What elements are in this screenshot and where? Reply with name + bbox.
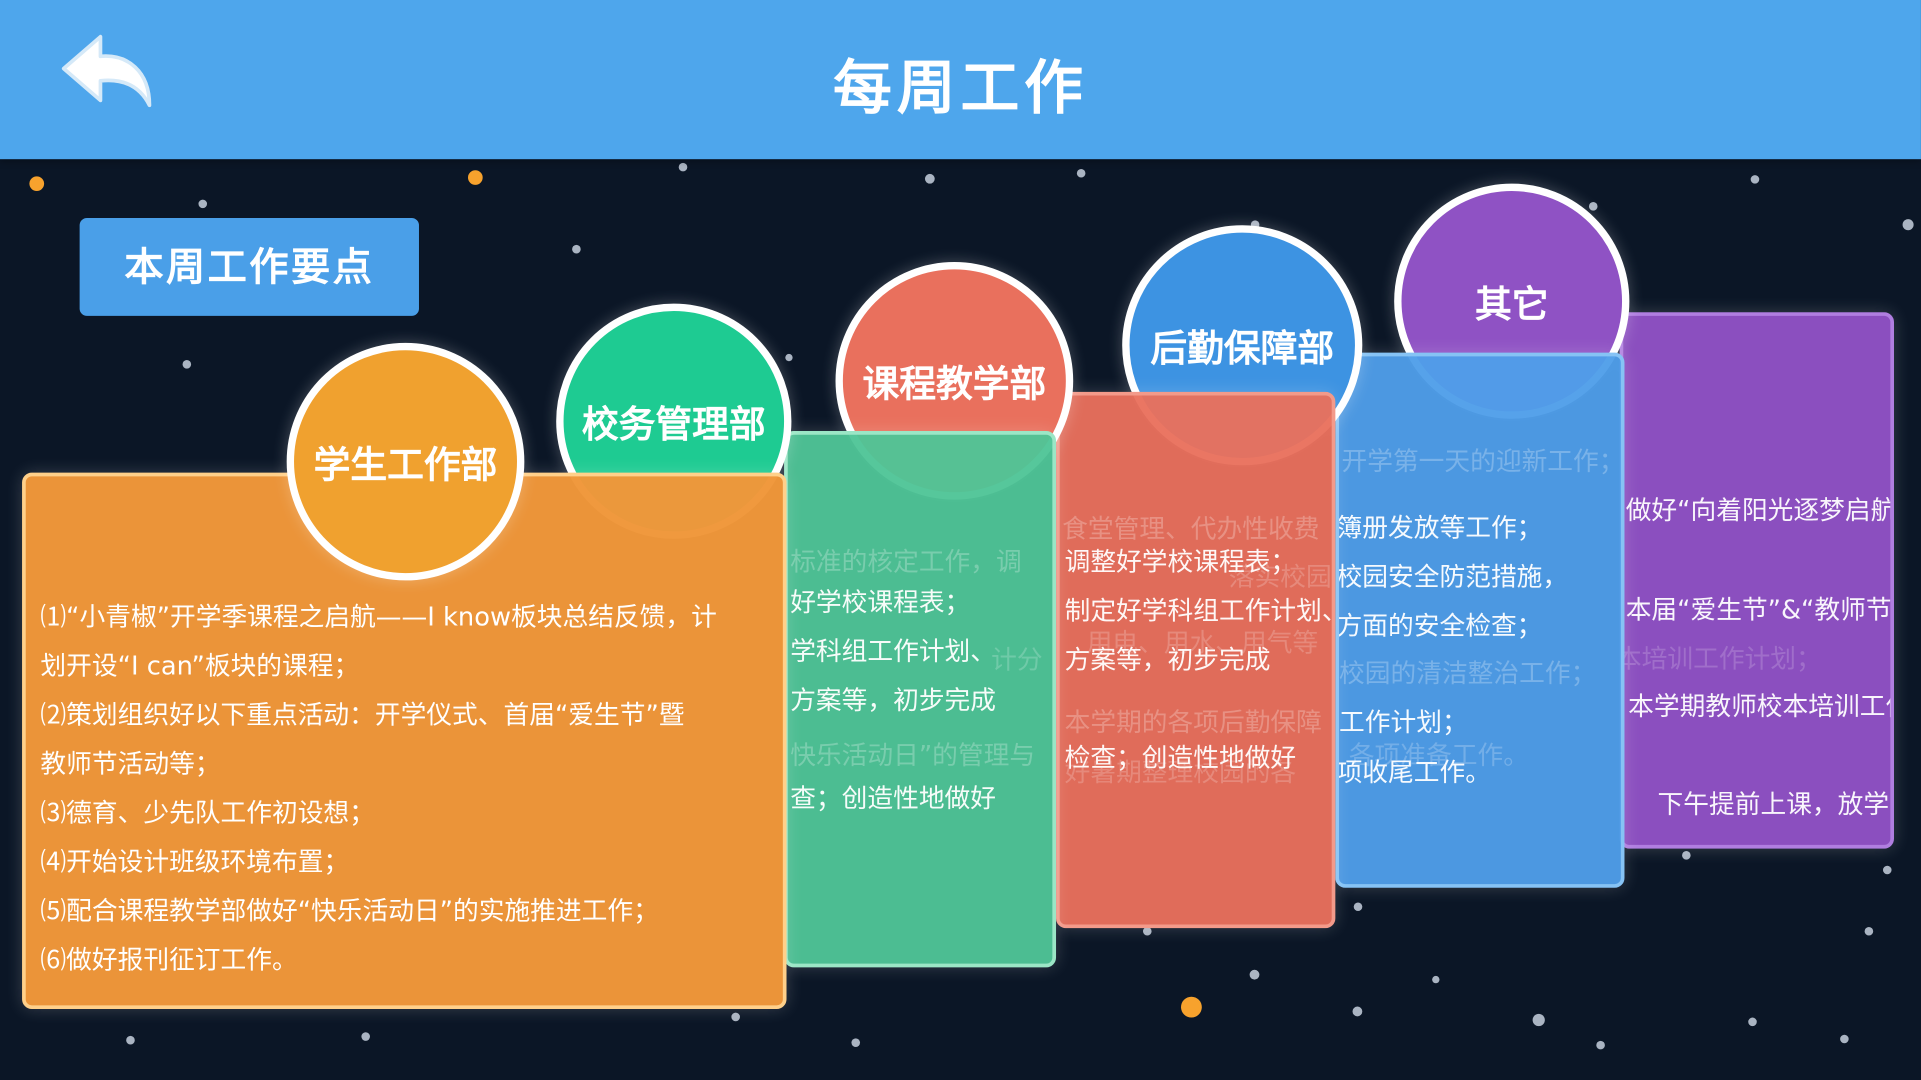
star-dot (29, 176, 45, 192)
card-curriculum-line: 好暑期整理校园的各 (1064, 757, 1297, 788)
card-student-line: ⑵策划组织好以下重点活动：开学仪式、首届“爱生节”暨 (40, 700, 685, 730)
card-affairs-line: 计分 (991, 645, 1043, 675)
star-dot (125, 1035, 135, 1044)
star-dot (1353, 901, 1362, 911)
dept-title-student: 学生工作部 (313, 444, 498, 488)
star-dot (1249, 969, 1260, 980)
card-other-line: 下午提前上课，放学时间：3:15。 (1657, 789, 1891, 820)
star-dot (1588, 201, 1597, 211)
card-curriculum[interactable]: 食堂管理、代办性收费调整好学校课程表；落实校园安全制定好学科组工作计划、用电、用… (1056, 391, 1336, 929)
card-other[interactable]: 做好“向着阳光逐梦启航”青教院附小本届“爱生节”&“教师节”的活动策划与新学期教… (1619, 312, 1895, 849)
card-logistics-line: 工作计划； (1339, 707, 1468, 738)
star-dot (1532, 1013, 1545, 1027)
star-dot (360, 1031, 370, 1041)
card-curriculum-line: 落实校园安全 (1228, 562, 1332, 592)
star-dot (1747, 1016, 1757, 1026)
dept-title-logistics: 后勤保障部 (1150, 328, 1335, 372)
card-student-line: ⑴“小青椒”开学季课程之启航——I know板块总结反馈，计 (40, 602, 717, 632)
dept-circle-student[interactable]: 学生工作部 (286, 342, 525, 581)
page-title: 每周工作 (833, 53, 1088, 123)
card-other-line: 新学期教师校本培训工作计划； (1623, 644, 1822, 674)
star-dot (678, 162, 687, 171)
card-logistics-line: 方面的安全检查； (1336, 611, 1543, 641)
star-dot (924, 173, 935, 184)
star-dot (785, 353, 793, 362)
star-dot (1901, 218, 1913, 230)
weekly-highlights-tab[interactable]: 本周工作要点 (79, 217, 419, 316)
card-curriculum-line: 本学期的各项后勤保障 (1064, 707, 1322, 738)
star-dot (181, 359, 191, 368)
card-student-line: 教师节活动等； (40, 749, 221, 779)
card-student-line: ⑹做好报刊征订工作。 (40, 945, 298, 975)
card-curriculum-line: 食堂管理、代办性收费 (1062, 514, 1320, 544)
dept-title-affairs: 校务管理部 (581, 404, 766, 447)
dept-title-curriculum: 课程教学部 (862, 363, 1047, 407)
star-dot (1432, 975, 1440, 984)
star-dot (1882, 865, 1891, 874)
star-dot (1750, 174, 1759, 184)
star-dot (1863, 926, 1873, 935)
card-student-line: ⑷开始设计班级环境布置； (40, 847, 350, 877)
star-dot (1839, 1034, 1849, 1043)
star-dot (1352, 1006, 1363, 1017)
star-dot (1681, 850, 1691, 859)
card-logistics-line: 簿册发放等工作； (1336, 513, 1543, 543)
card-affairs-line: 标准的核定工作，调 (790, 547, 1022, 577)
card-student-line: ⑸配合课程教学部做好“快乐活动日”的实施推进工作； (40, 896, 659, 926)
card-logistics-line: 开学第一天的迎新工作； (1341, 446, 1625, 477)
star-dot (730, 1012, 740, 1021)
card-affairs-line: 快乐活动日”的管理与 (790, 740, 1036, 771)
star-dot (197, 198, 207, 208)
card-logistics[interactable]: 开学第一天的迎新工作； 簿册发放等工作； 校园安全防范措施， 方面的安全检查； 校园的清… (1335, 352, 1625, 888)
star-dot (1595, 1040, 1605, 1049)
star-dot (850, 1037, 860, 1047)
star-dot (1076, 168, 1085, 177)
star-dot (1180, 996, 1202, 1017)
card-affairs-line: 方案等，初步完成 (790, 685, 997, 716)
star-dot (571, 244, 581, 253)
card-other-line: 本届“爱生节”&“教师节”的活动策划与 (1625, 595, 1892, 625)
card-curriculum-line: 方案等，初步完成 (1064, 645, 1271, 675)
card-affairs-line: 学科组工作计划、 (790, 636, 997, 667)
card-affairs[interactable]: 标准的核定工作，调 好学校课程表； 学科组工作计划、 计分方案等，初步完成快乐活动日”… (784, 431, 1057, 968)
card-affairs-line: 持实际一定 (790, 789, 919, 826)
header-bar: 每周工作 (0, 0, 1921, 160)
card-logistics-line: 校园的清洁整治工作； (1339, 658, 1597, 689)
card-other-line: 本学期教师校本培训工作计划； (1628, 691, 1890, 722)
card-affairs-line: 好学校课程表； (790, 587, 971, 618)
card-student-line: 划开设“I can”板块的课程； (40, 651, 360, 681)
star-dot (467, 170, 483, 185)
dept-title-other: 其它 (1475, 284, 1549, 327)
card-student-line: ⑶德育、少先队工作初设想； (40, 798, 375, 828)
card-logistics-line: 项收尾工作。 (1336, 757, 1491, 788)
card-other-line: 做好“向着阳光逐梦启航”青教院附小 (1625, 495, 1895, 526)
card-logistics-line: 校园安全防范措施， (1336, 562, 1569, 592)
